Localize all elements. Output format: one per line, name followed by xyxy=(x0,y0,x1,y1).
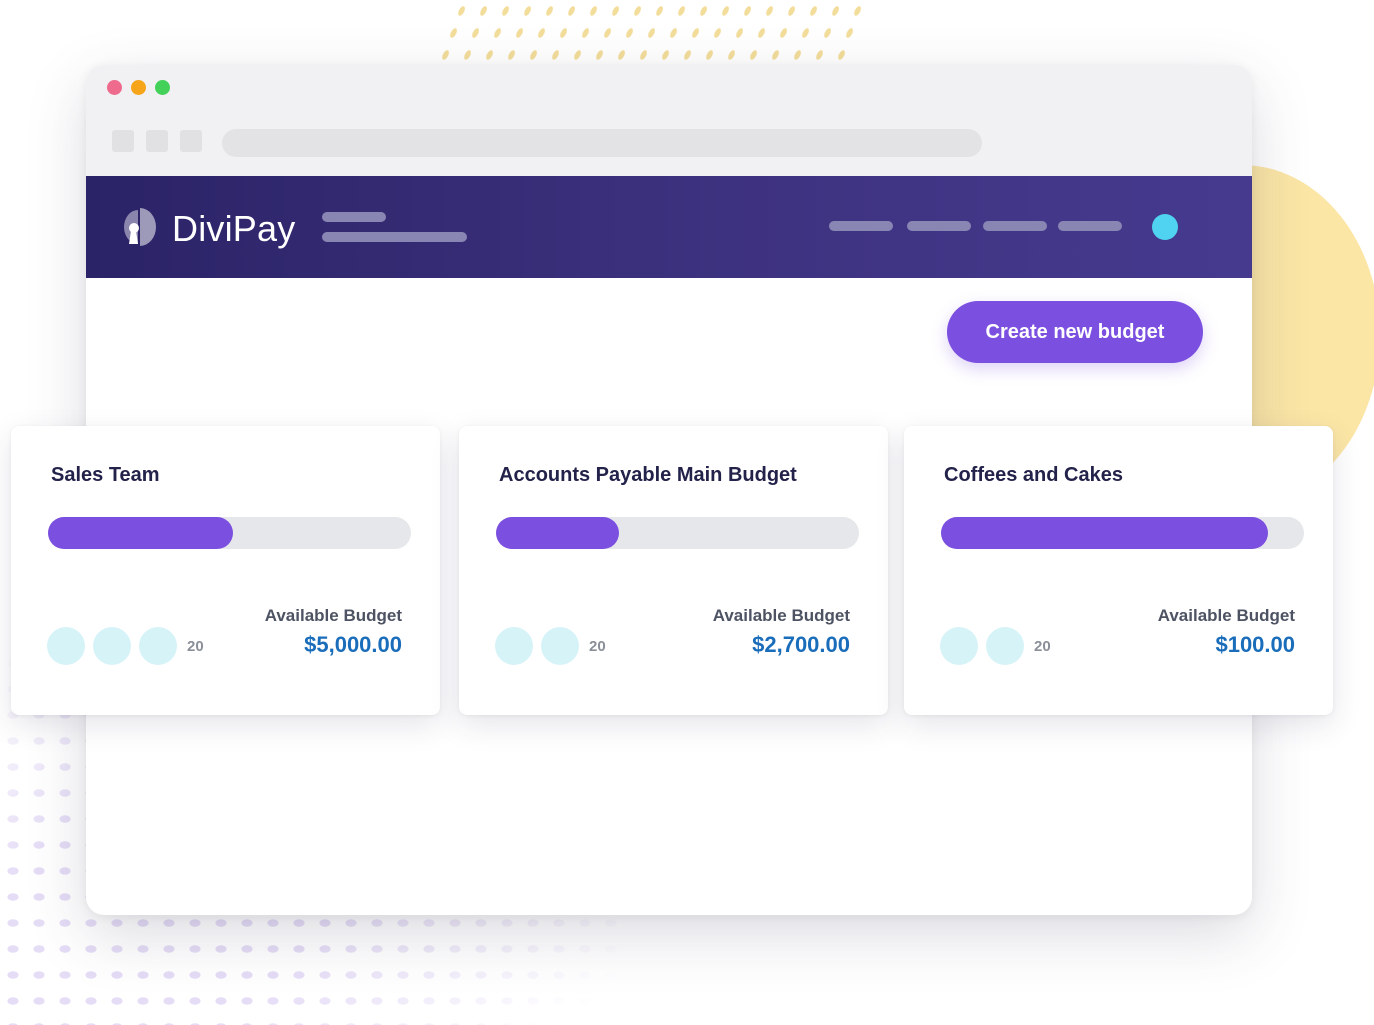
budget-title: Coffees and Cakes xyxy=(944,464,1123,486)
budget-progress-bar xyxy=(48,517,411,549)
available-budget-label: Available Budget xyxy=(1157,606,1295,625)
card-icon[interactable] xyxy=(47,627,85,665)
nav-item[interactable] xyxy=(907,221,971,231)
card-icon[interactable] xyxy=(940,627,978,665)
window-maximize-button[interactable] xyxy=(155,80,170,95)
budget-title: Sales Team xyxy=(51,464,160,486)
budget-card[interactable]: Coffees and Cakes 20 Available Budget $100.… xyxy=(904,426,1333,715)
budget-card[interactable]: Accounts Payable Main Budget 20 Available … xyxy=(459,426,888,715)
user-icon[interactable] xyxy=(541,627,579,665)
header-placeholder-line xyxy=(322,212,386,222)
receipt-icon[interactable] xyxy=(93,627,131,665)
window-close-button[interactable] xyxy=(107,80,122,95)
header-placeholder-line xyxy=(322,232,467,242)
reload-button[interactable] xyxy=(180,130,202,152)
forward-button[interactable] xyxy=(146,130,168,152)
available-budget-label: Available Budget xyxy=(264,606,402,625)
budget-progress-fill xyxy=(941,517,1268,549)
available-budget-label: Available Budget xyxy=(712,606,850,625)
avatar[interactable] xyxy=(1152,214,1178,240)
back-button[interactable] xyxy=(112,130,134,152)
window-minimize-button[interactable] xyxy=(131,80,146,95)
nav-item[interactable] xyxy=(829,221,893,231)
budget-progress-bar xyxy=(496,517,859,549)
nav-item[interactable] xyxy=(983,221,1047,231)
budget-card[interactable]: Sales Team 20 Available Budget $5,000.00 xyxy=(11,426,440,715)
budget-icons-row: 20 xyxy=(495,627,606,665)
budget-icons-row: 20 xyxy=(940,627,1051,665)
available-budget-amount: $5,000.00 xyxy=(304,632,402,657)
available-budget-amount: $2,700.00 xyxy=(752,632,850,657)
user-icon[interactable] xyxy=(139,627,177,665)
nav-item[interactable] xyxy=(1058,221,1122,231)
member-count: 20 xyxy=(589,637,606,655)
browser-chrome xyxy=(86,65,1252,176)
user-icon[interactable] xyxy=(986,627,1024,665)
member-count: 20 xyxy=(1034,637,1051,655)
budget-icons-row: 20 xyxy=(47,627,204,665)
member-count: 20 xyxy=(187,637,204,655)
brand-name: DiviPay xyxy=(172,208,296,249)
budget-progress-bar xyxy=(941,517,1304,549)
card-icon[interactable] xyxy=(495,627,533,665)
budget-progress-fill xyxy=(496,517,620,549)
budget-progress-fill xyxy=(48,517,234,549)
budget-title: Accounts Payable Main Budget xyxy=(499,464,797,486)
create-new-budget-button[interactable]: Create new budget xyxy=(947,301,1203,363)
available-budget-amount: $100.00 xyxy=(1215,632,1295,657)
app-header: DiviPay xyxy=(86,176,1252,278)
divipay-logo-icon xyxy=(124,208,156,246)
address-bar[interactable] xyxy=(222,129,982,157)
